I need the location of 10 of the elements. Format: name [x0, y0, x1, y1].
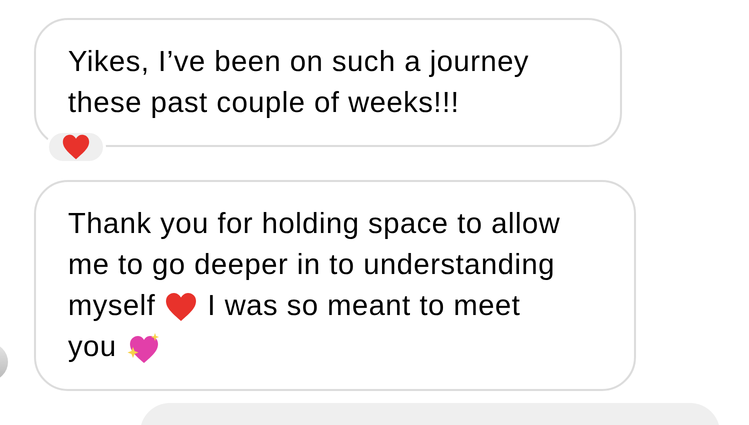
message-text: you: [68, 330, 117, 365]
message-text: Yikes, I’ve been on such a journey: [68, 45, 530, 80]
message-text: myself: [68, 289, 156, 324]
message-text: I was so meant to meet: [207, 289, 520, 324]
message-text: Thank you for holding space to allow: [68, 207, 560, 242]
heart-icon: [164, 290, 198, 322]
heart-icon: [61, 133, 91, 161]
message-text: me to go deeper in to understanding: [68, 248, 555, 283]
message-text: these past couple of weeks!!!: [68, 86, 460, 121]
sparkling-heart-icon: [126, 332, 160, 364]
